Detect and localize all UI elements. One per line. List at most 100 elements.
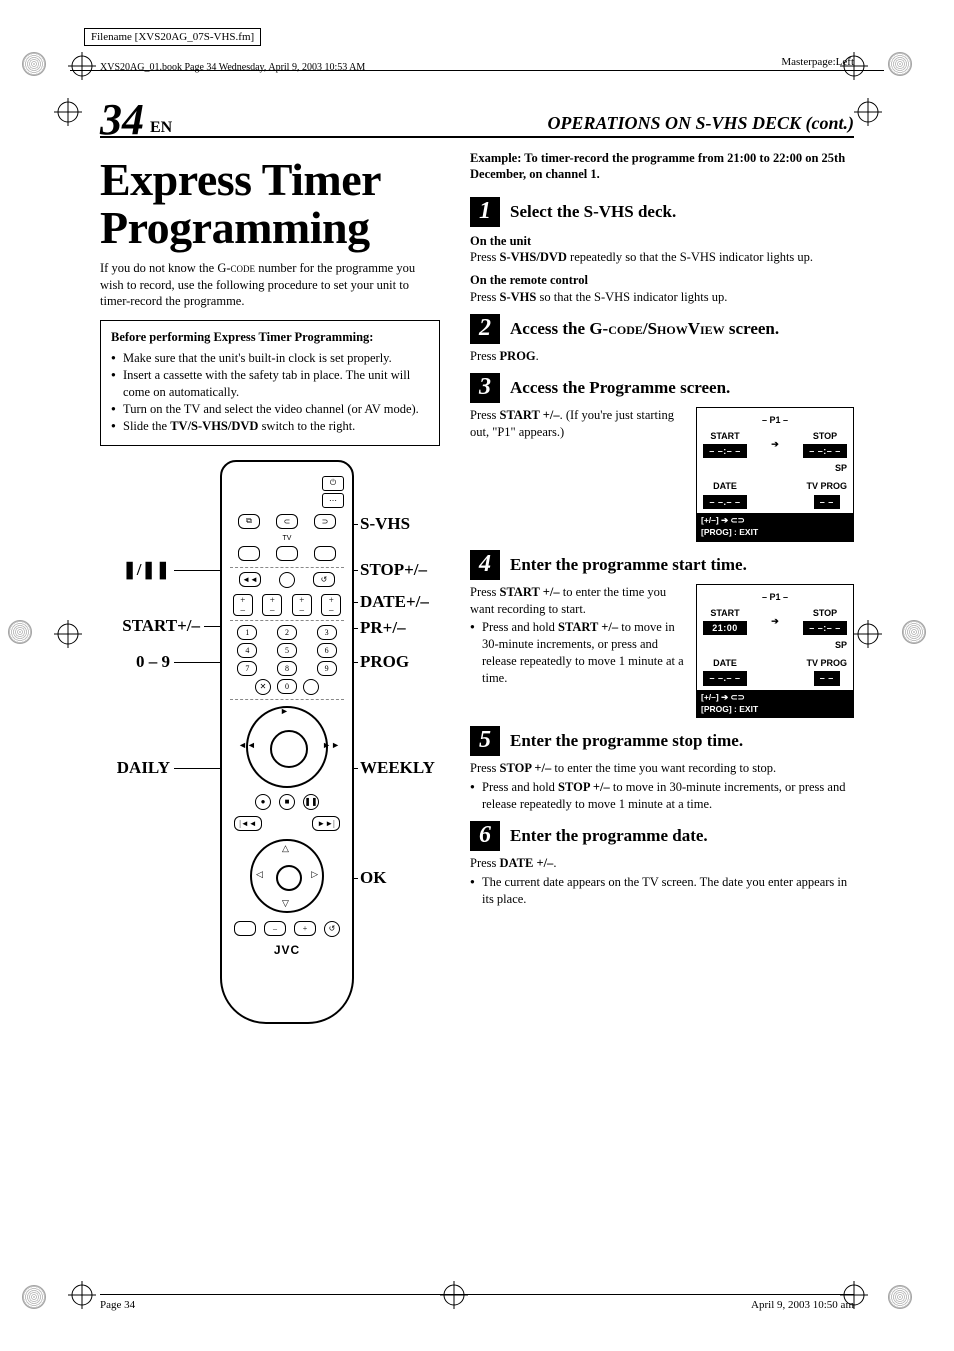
arrow-icon: ➔ (771, 438, 779, 450)
text: G-code/ShowView (589, 319, 724, 338)
registration-mark-icon (854, 98, 882, 126)
num-btn: 8 (277, 661, 297, 676)
page-number-lang: EN (148, 119, 172, 136)
callout-pr: PR+/– (360, 618, 406, 638)
num-btn: 0 (277, 679, 297, 694)
arrow-icon: ➔ (771, 615, 779, 627)
remote-btn (279, 572, 295, 588)
osd-label: START (710, 607, 739, 619)
brand-logo: JVC (230, 943, 344, 957)
step-5: 5 Enter the programme stop time. Press S… (470, 726, 854, 813)
osd-label: DATE (713, 480, 737, 492)
tv-label: TV (230, 535, 344, 542)
num-btn: 6 (317, 643, 337, 658)
osd-foot-line: [+/–] ➔ ⊂⊃ (701, 515, 849, 526)
intro-text: If you do not know the (100, 261, 217, 275)
registration-mark-icon (854, 620, 882, 648)
next-btn: ►►| (312, 816, 340, 831)
remote-figure: ❚/❚❚ START+/– 0 – 9 DAILY S-VHS STOP+/– … (100, 460, 440, 1060)
text: screen. (725, 319, 779, 338)
osd-value: 21:00 (703, 621, 747, 635)
footer: Page 34 April 9, 2003 10:50 am (100, 1294, 854, 1311)
right-column: Example: To timer-record the programme f… (470, 150, 854, 1060)
footer-date: April 9, 2003 10:50 am (751, 1299, 854, 1311)
crop-ornament (8, 620, 32, 644)
osd-value: – – (814, 671, 840, 685)
separator (230, 567, 344, 568)
osd-label: START (710, 430, 739, 442)
rec-btn: ● (255, 794, 271, 810)
callout-pause: ❚/❚❚ (100, 560, 170, 580)
crop-ornament (888, 52, 912, 76)
remote-btn (238, 546, 260, 561)
bold-text: STOP +/– (558, 780, 610, 794)
remote-btn (303, 679, 319, 695)
remote-btn: + (294, 921, 316, 936)
bold-text: STOP +/– (500, 761, 552, 775)
remote-btn: ⧉ (238, 514, 260, 529)
power-icon: ⏻ (322, 476, 344, 491)
step-number-icon: 2 (470, 314, 500, 344)
remote-btn (234, 921, 256, 936)
osd-footer: [+/–] ➔ ⊂⊃ [PROG] : EXIT (697, 513, 853, 541)
before-item-span: Slide the (123, 419, 170, 433)
bold-text: DATE +/– (500, 856, 554, 870)
before-item-bold: TV/S-VHS/DVD (170, 419, 258, 433)
page-title: Express Timer Programming (100, 156, 440, 252)
bold-text: START +/– (500, 585, 560, 599)
osd-sp: SP (703, 639, 847, 651)
registration-mark-icon (54, 620, 82, 648)
bullet-item: Press and hold STOP +/– to move in 30-mi… (470, 779, 854, 813)
text: Press (470, 585, 500, 599)
callout-line (174, 662, 222, 663)
text: . (553, 856, 556, 870)
osd-screen-2: – P1 – START21:00 ➔ STOP– –:– – SP DATE–… (696, 584, 854, 719)
left-column: Express Timer Programming If you do not … (100, 150, 440, 1060)
remote-btn (276, 546, 298, 561)
text: Press (470, 250, 500, 264)
callout-date: DATE+/– (360, 592, 429, 612)
example-text: Example: To timer-record the programme f… (470, 150, 854, 183)
header-rule: 34 EN OPERATIONS ON S-VHS DECK (cont.) (100, 136, 854, 138)
osd-value: – –:– – (703, 444, 747, 458)
text: Press (470, 761, 500, 775)
num-btn: 5 (277, 643, 297, 658)
callout-stop: STOP+/– (360, 560, 427, 580)
bold-text: S-VHS/DVD (500, 250, 567, 264)
bullet-item: The current date appears on the TV scree… (470, 874, 854, 908)
callout-weekly: WEEKLY (360, 758, 435, 778)
osd-label: STOP (813, 607, 837, 619)
remote-btn: ↺ (313, 572, 335, 587)
callout-prog: PROG (360, 652, 409, 672)
osd-sp: SP (703, 462, 847, 474)
osd-title: – P1 – (703, 414, 847, 426)
osd-foot-line: [+/–] ➔ ⊂⊃ (701, 692, 849, 703)
stop-btn: ■ (279, 794, 295, 810)
step-title: Enter the programme start time. (510, 555, 747, 575)
num-btn: 1 (237, 625, 257, 640)
before-item: Slide the TV/S-VHS/DVD switch to the rig… (111, 418, 429, 435)
remote-btn (314, 546, 336, 561)
bold-text: PROG (500, 349, 536, 363)
bold-text: START +/– (500, 408, 560, 422)
osd-value: – –.– – (703, 671, 747, 685)
step-number-icon: 1 (470, 197, 500, 227)
text: Press (470, 856, 500, 870)
step-title: Select the S-VHS deck. (510, 202, 676, 222)
step-subhead: On the remote control (470, 272, 854, 289)
before-item: Turn on the TV and select the video chan… (111, 401, 429, 418)
remote-btn: ↺ (324, 921, 340, 937)
step-1: 1 Select the S-VHS deck. On the unit Pre… (470, 197, 854, 307)
osd-value: – –.– – (703, 495, 747, 509)
crop-ornament (22, 1285, 46, 1309)
text: . (536, 349, 539, 363)
callout-start: START+/– (100, 616, 200, 636)
step-number-icon: 4 (470, 550, 500, 580)
cancel-btn: ✕ (255, 679, 271, 695)
registration-mark-icon (54, 98, 82, 126)
page-number: 34 EN (100, 98, 172, 142)
num-btn: 2 (277, 625, 297, 640)
osd-label: TV PROG (806, 480, 847, 492)
step-6: 6 Enter the programme date. Press DATE +… (470, 821, 854, 908)
step-3: 3 Access the Programme screen. Press STA… (470, 373, 854, 542)
